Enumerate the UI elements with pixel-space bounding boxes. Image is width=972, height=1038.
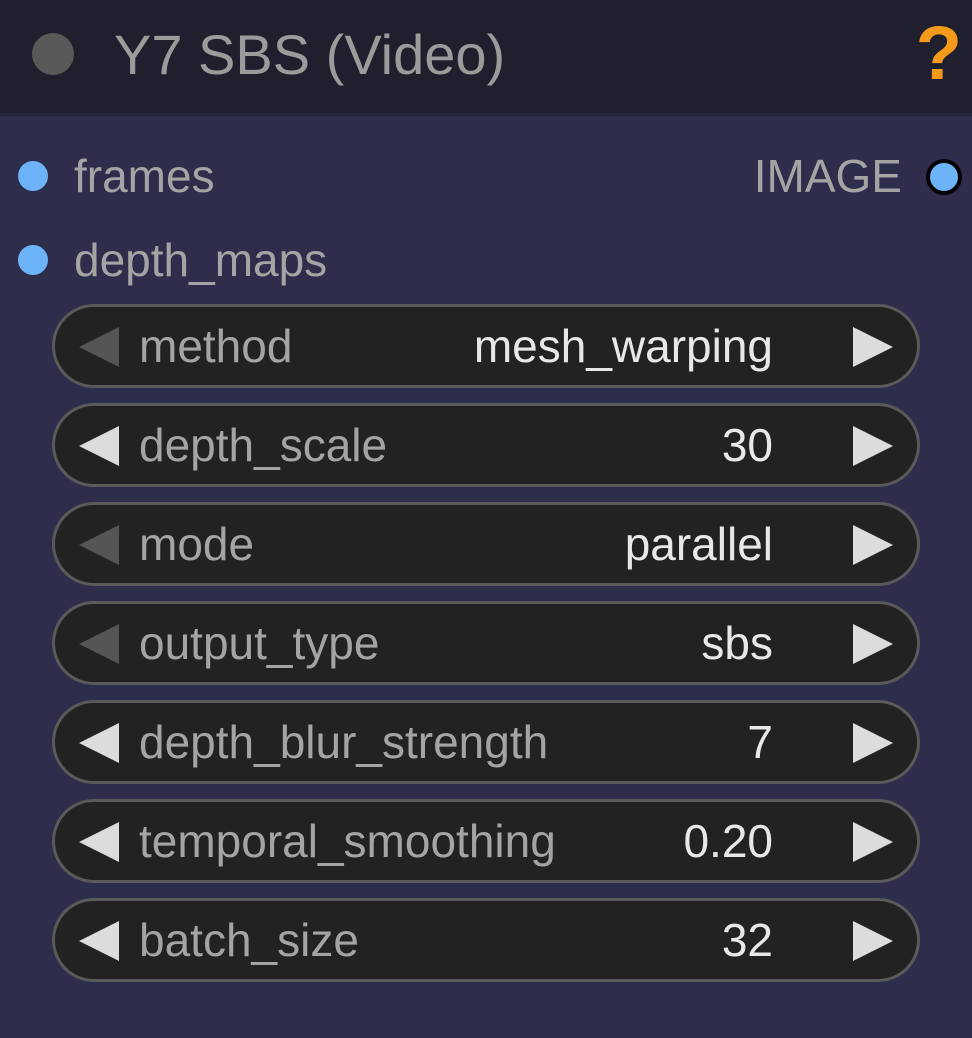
decrement-arrow-icon[interactable] [79,525,119,565]
widget-label: output_type [139,617,380,669]
input-slot-dot[interactable] [18,161,48,191]
increment-arrow-icon[interactable] [853,525,893,565]
widget-batch-size[interactable]: batch_size 32 [52,898,920,982]
increment-arrow-icon[interactable] [853,822,893,862]
widget-method[interactable]: method mesh_warping [52,304,920,388]
input-slot-dot[interactable] [18,245,48,275]
input-slot-label: frames [74,150,215,202]
node-panel: Y7 SBS (Video) ? frames IMAGE depth_maps… [0,0,972,1038]
increment-arrow-icon[interactable] [853,921,893,961]
collapse-toggle-icon[interactable] [32,33,74,75]
widget-temporal-smoothing[interactable]: temporal_smoothing 0.20 [52,799,920,883]
widget-value[interactable]: mesh_warping [474,315,773,377]
output-slot-dot[interactable] [926,159,962,195]
widget-mode[interactable]: mode parallel [52,502,920,586]
increment-arrow-icon[interactable] [853,624,893,664]
increment-arrow-icon[interactable] [853,723,893,763]
output-slot-label: IMAGE [753,150,902,202]
widget-depth-scale[interactable]: depth_scale 30 [52,403,920,487]
widget-depth-blur-strength[interactable]: depth_blur_strength 7 [52,700,920,784]
input-slot-depth-maps[interactable]: depth_maps [0,230,972,290]
node-title-bar[interactable]: Y7 SBS (Video) ? [0,0,972,116]
widget-label: depth_blur_strength [139,716,549,768]
widget-label: batch_size [139,914,359,966]
decrement-arrow-icon[interactable] [79,723,119,763]
widget-label: temporal_smoothing [139,815,556,867]
widget-value[interactable]: 32 [722,909,773,971]
widget-value[interactable]: sbs [701,612,773,674]
decrement-arrow-icon[interactable] [79,426,119,466]
widget-output-type[interactable]: output_type sbs [52,601,920,685]
increment-arrow-icon[interactable] [853,426,893,466]
widget-value[interactable]: 30 [722,414,773,476]
input-slot-label: depth_maps [74,234,328,286]
widget-label: depth_scale [139,419,388,471]
increment-arrow-icon[interactable] [853,327,893,367]
widget-value[interactable]: 7 [747,711,773,773]
widget-label: method [139,320,293,372]
decrement-arrow-icon[interactable] [79,822,119,862]
widget-value[interactable]: parallel [625,513,773,575]
widget-label: mode [139,518,255,570]
decrement-arrow-icon[interactable] [79,921,119,961]
decrement-arrow-icon[interactable] [79,327,119,367]
decrement-arrow-icon[interactable] [79,624,119,664]
node-title: Y7 SBS (Video) [114,23,506,86]
help-icon[interactable]: ? [916,14,962,94]
widget-value[interactable]: 0.20 [683,810,773,872]
input-slot-frames[interactable]: frames IMAGE [0,146,972,206]
